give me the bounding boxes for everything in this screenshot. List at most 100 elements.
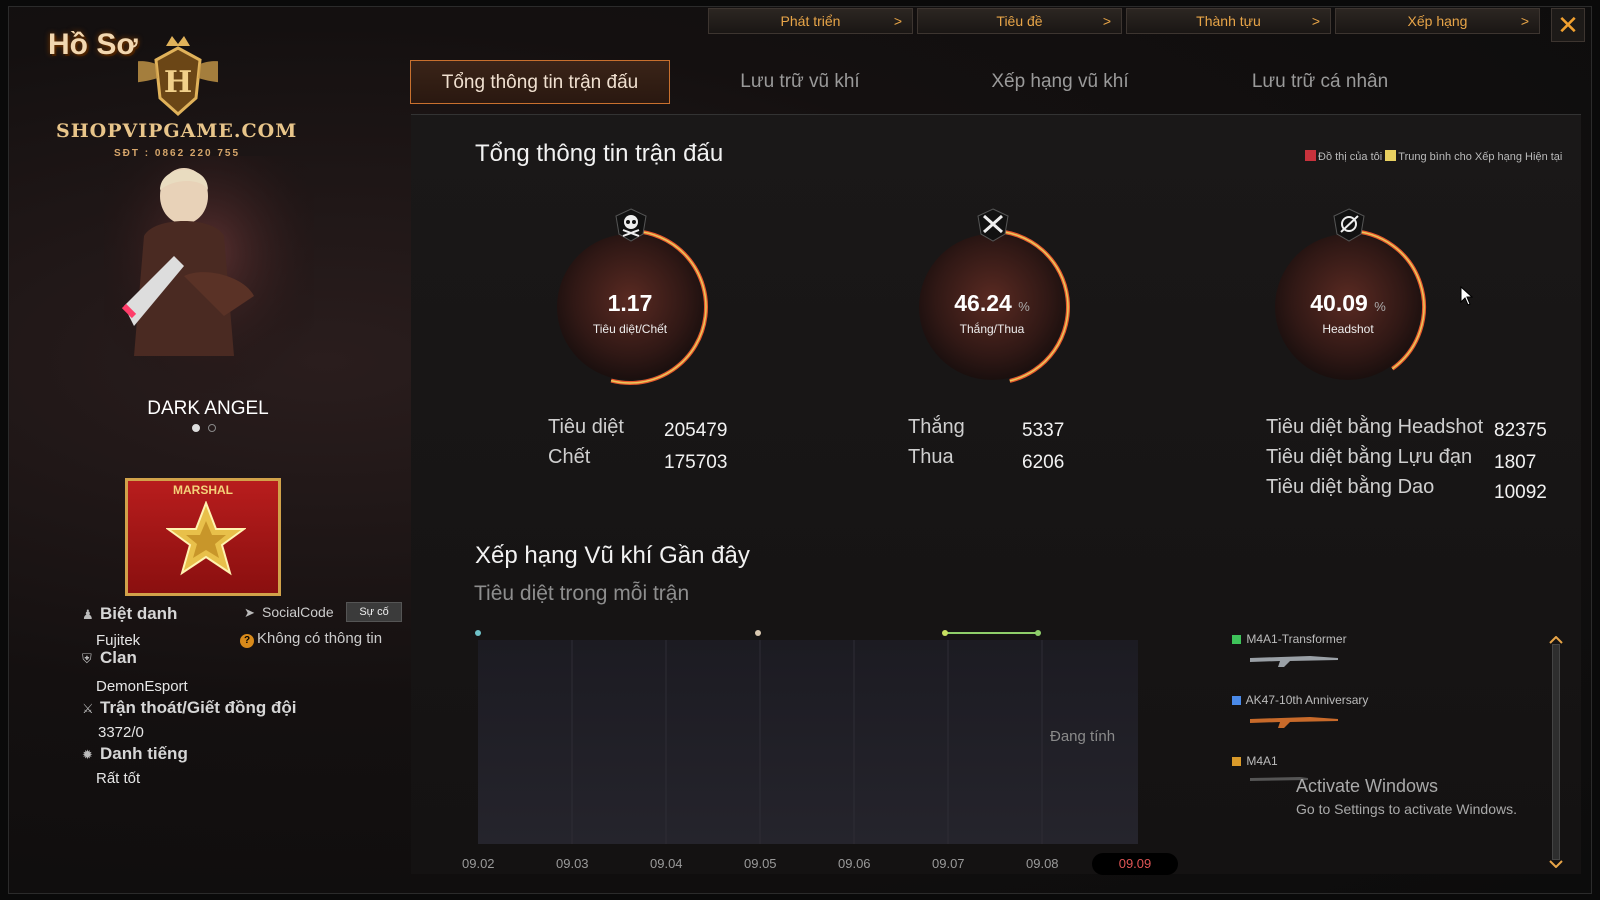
- rank-title: MARSHAL: [173, 483, 233, 497]
- tab-personal-archive[interactable]: Lưu trữ cá nhân: [1190, 60, 1450, 104]
- menu-label: Xếp hạng: [1407, 13, 1468, 29]
- crossed-swords-icon: [977, 208, 1009, 242]
- weapon-chart-grid: [571, 640, 1043, 844]
- question-icon: ?: [240, 634, 254, 648]
- weapon-name: M4A1: [1246, 754, 1278, 768]
- tag-icon: ➤: [244, 605, 255, 620]
- chart-legend: Đồ thị của tôi Trung bình cho Xếp hạng H…: [1305, 150, 1575, 164]
- clan-row: ⛨ Clan: [82, 648, 137, 668]
- nickname-value: Fujitek: [96, 632, 141, 649]
- crosshair-icon: [1333, 208, 1365, 242]
- weapon-name: M4A1-Transformer: [1246, 632, 1347, 646]
- headshot-label: Headshot: [1322, 322, 1374, 336]
- character-portrait: [104, 156, 314, 396]
- nickname-label: Biệt danh: [100, 604, 178, 623]
- tab-bar: Tổng thông tin trận đấu Lưu trữ vũ khí X…: [410, 60, 1450, 104]
- date-tick[interactable]: 09.08: [1026, 856, 1059, 871]
- chevron-up-icon[interactable]: [1549, 636, 1563, 644]
- tab-weapon-ranking[interactable]: Xếp hạng vũ khí: [930, 60, 1190, 104]
- weapon-item[interactable]: M4A1-Transformer: [1232, 632, 1368, 693]
- winrate-gauge: 46.24 % Thắng/Thua: [907, 208, 1077, 392]
- kd-number: 1.17: [607, 290, 653, 316]
- chevron-right-icon: >: [1520, 13, 1529, 29]
- skull-icon: [615, 208, 647, 242]
- pager-dot[interactable]: [192, 424, 200, 432]
- socialcode-text: Không có thông tin: [257, 630, 383, 647]
- weapon-rank-title: Xếp hạng Vũ khí Gần đây: [475, 542, 750, 569]
- headshot-value: 40.09 %: [1263, 290, 1433, 317]
- watermark-line2: Go to Settings to activate Windows.: [1296, 801, 1517, 817]
- date-tick[interactable]: 09.02: [462, 856, 495, 871]
- legend-avg-label: Trung bình cho Xếp hạng Hiện tại: [1398, 151, 1563, 163]
- headshot-kill-value: 82375: [1494, 420, 1547, 441]
- date-tick[interactable]: 09.03: [556, 856, 589, 871]
- date-tick[interactable]: 09.07: [932, 856, 965, 871]
- menu-achievements[interactable]: Thành tựu >: [1126, 8, 1331, 34]
- weapon-name: AK47-10th Anniversary: [1245, 693, 1369, 707]
- legend-avg-swatch: [1385, 150, 1397, 161]
- knife-kill-label: Tiêu diệt bằng Dao: [1266, 476, 1435, 498]
- date-tick-active[interactable]: 09.09: [1092, 853, 1178, 875]
- weapon-chart-area: [478, 640, 1138, 844]
- tab-weapon-archive[interactable]: Lưu trữ vũ khí: [670, 60, 930, 104]
- tab-match-overview[interactable]: Tổng thông tin trận đấu: [410, 60, 670, 104]
- chart-status: Đang tính: [1050, 728, 1116, 745]
- reputation-row: ✹ Danh tiếng: [82, 744, 188, 764]
- rifle-icon: [1250, 656, 1338, 667]
- death-value: 175703: [664, 452, 728, 473]
- chevron-right-icon: >: [1311, 13, 1320, 29]
- running-icon: ⚔: [82, 701, 94, 716]
- menu-label: Tiêu đề: [996, 13, 1043, 29]
- clan-value: DemonEsport: [96, 678, 188, 695]
- date-tick[interactable]: 09.06: [838, 856, 871, 871]
- pager-dot[interactable]: [208, 424, 216, 432]
- weapon-item[interactable]: AK47-10th Anniversary: [1232, 693, 1368, 754]
- menu-title[interactable]: Tiêu đề >: [917, 8, 1122, 34]
- report-button[interactable]: Sự cố: [346, 602, 402, 622]
- menu-development[interactable]: Phát triển >: [708, 8, 913, 34]
- date-tick[interactable]: 09.04: [650, 856, 683, 871]
- winrate-value: 46.24 %: [907, 290, 1077, 317]
- escape-row: ⚔ Trận thoát/Giết đồng đội: [82, 698, 296, 718]
- kd-value: 1.17: [545, 290, 715, 317]
- lose-value: 6206: [1022, 452, 1065, 473]
- legend-mine-swatch: [1305, 150, 1316, 161]
- escape-label: Trận thoát/Giết đồng đội: [100, 698, 297, 717]
- overview-title: Tổng thông tin trận đấu: [475, 140, 724, 167]
- svg-text:H: H: [164, 65, 192, 100]
- nickname-row: ♟ Biệt danh: [82, 604, 177, 624]
- win-label: Thắng: [908, 416, 965, 438]
- escape-value: 3372/0: [98, 724, 144, 741]
- chevron-down-icon[interactable]: [1549, 860, 1563, 868]
- close-button[interactable]: ✕: [1551, 8, 1585, 42]
- character-pager[interactable]: [192, 424, 216, 432]
- date-tick[interactable]: 09.05: [744, 856, 777, 871]
- shield-icon: ⛨: [82, 651, 92, 666]
- death-label: Chết: [548, 446, 591, 468]
- weapon-color-swatch: [1232, 757, 1241, 766]
- weapon-color-swatch: [1232, 635, 1241, 644]
- headshot-number: 40.09: [1310, 290, 1368, 316]
- weapon-chart-markers: [475, 630, 1041, 636]
- kill-label: Tiêu diệt: [548, 416, 624, 438]
- menu-ranking[interactable]: Xếp hạng >: [1335, 8, 1540, 34]
- grenade-kill-label: Tiêu diệt bằng Lựu đạn: [1266, 446, 1473, 468]
- reputation-value: Rất tốt: [96, 770, 141, 787]
- character-name: DARK ANGEL: [147, 398, 269, 419]
- reputation-label: Danh tiếng: [100, 744, 188, 763]
- socialcode-value: ? Không có thông tin: [240, 630, 382, 648]
- top-menu: Phát triển > Tiêu đề > Thành tựu > Xếp hạng…: [708, 8, 1540, 34]
- rank-badge: MARSHAL: [125, 478, 281, 596]
- windows-activation-watermark: Activate Windows Go to Settings to activ…: [1296, 776, 1517, 817]
- profile-sidebar: H Hồ Sơ SHOPVIPGAME.COM SĐT : 0862 220 7…: [8, 6, 408, 894]
- scrollbar-track[interactable]: [1552, 644, 1560, 860]
- weapon-list-scrollbar[interactable]: [1549, 636, 1563, 868]
- grenade-kill-value: 1807: [1494, 452, 1537, 473]
- window-title: Hồ Sơ: [48, 28, 138, 61]
- kd-gauge: 1.17 Tiêu diệt/Chết: [545, 208, 715, 392]
- rifle-icon: [1250, 717, 1338, 728]
- menu-label: Phát triển: [780, 13, 841, 29]
- socialcode: ➤ SocialCode: [244, 604, 334, 621]
- chevron-right-icon: >: [1102, 13, 1111, 29]
- chevron-right-icon: >: [893, 13, 902, 29]
